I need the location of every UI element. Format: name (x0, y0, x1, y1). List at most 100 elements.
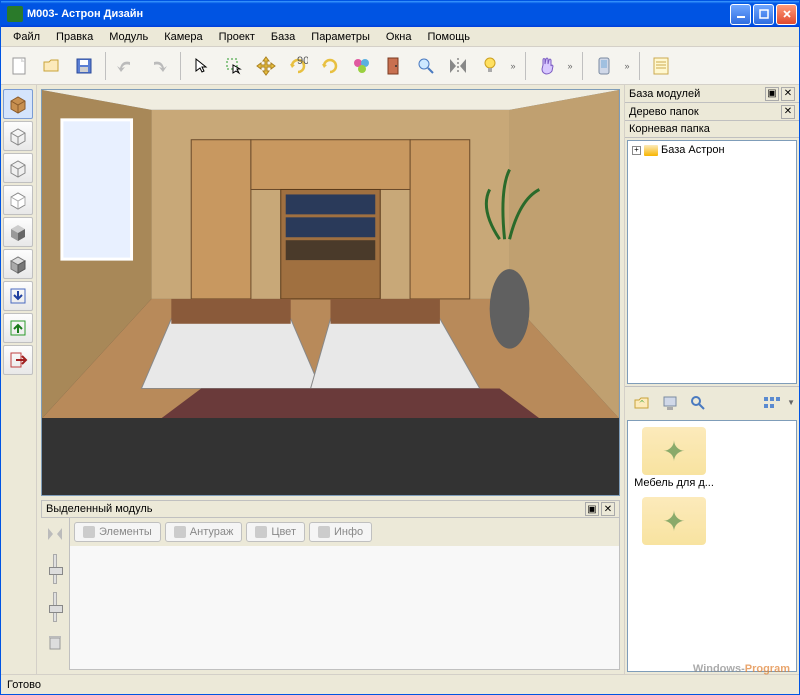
menu-base[interactable]: База (263, 29, 303, 45)
panel-dock-button[interactable]: ▣ (585, 502, 599, 516)
cube-outline2-icon (8, 158, 28, 178)
menu-parameters[interactable]: Параметры (303, 29, 378, 45)
titlebar[interactable]: M003- Астрон Дизайн (1, 1, 799, 27)
selected-module-header[interactable]: Выделенный модуль ▣ ✕ (41, 500, 620, 518)
save-button[interactable] (69, 51, 99, 81)
rotate90-icon: 90° (288, 56, 308, 76)
hand-button[interactable] (532, 51, 562, 81)
menu-help[interactable]: Помощь (419, 29, 478, 45)
tab-color[interactable]: Цвет (246, 522, 305, 542)
phone-button[interactable] (589, 51, 619, 81)
select-rect-button[interactable] (219, 51, 249, 81)
render-outline2-button[interactable] (3, 153, 33, 183)
tree-item-label: База Астрон (661, 144, 725, 156)
palette-button[interactable] (347, 51, 377, 81)
menu-edit[interactable]: Правка (48, 29, 101, 45)
menu-module[interactable]: Модуль (101, 29, 156, 45)
select-button[interactable] (187, 51, 217, 81)
tab-content (69, 546, 620, 670)
redo-button[interactable] (144, 51, 174, 81)
menu-camera[interactable]: Камера (156, 29, 210, 45)
close-button[interactable] (776, 4, 797, 25)
3d-viewport[interactable] (41, 89, 620, 496)
zoom-icon (416, 56, 436, 76)
info-icon (318, 526, 330, 538)
tree-item[interactable]: + База Астрон (630, 143, 794, 157)
sheet-button[interactable] (646, 51, 676, 81)
mirror-button[interactable] (443, 51, 473, 81)
panel-close-button[interactable]: ✕ (601, 502, 615, 516)
exit-right-icon (8, 350, 28, 370)
folder-tree-header[interactable]: Дерево папок ✕ (625, 103, 799, 121)
file-browser[interactable]: ✦ Мебель для д... ✦ (627, 420, 797, 672)
app-icon (7, 6, 23, 22)
exit-button[interactable] (3, 345, 33, 375)
toolbar-overflow[interactable]: » (507, 51, 519, 81)
slider[interactable] (53, 554, 57, 584)
tab-elements[interactable]: Элементы (74, 522, 161, 542)
render-wood-button[interactable] (3, 89, 33, 119)
undo-button[interactable] (112, 51, 142, 81)
undo-icon (116, 58, 138, 74)
door-button[interactable] (379, 51, 409, 81)
watermark-right: Program (745, 663, 790, 675)
slider[interactable] (53, 592, 57, 622)
module-base-header[interactable]: База модулей ▣ ✕ (625, 85, 799, 103)
file-item[interactable]: ✦ Мебель для д... (634, 427, 714, 489)
open-button[interactable] (37, 51, 67, 81)
open-icon (42, 57, 62, 75)
trash-button[interactable] (43, 630, 67, 654)
main-toolbar: 90° » » » (1, 47, 799, 85)
cube-shaded2-icon (8, 254, 28, 274)
rotate-button[interactable] (315, 51, 345, 81)
computer-icon (661, 394, 679, 412)
tab-entourage[interactable]: Антураж (165, 522, 243, 542)
right-panel: База модулей ▣ ✕ Дерево папок ✕ Корневая… (624, 85, 799, 674)
maximize-button[interactable] (753, 4, 774, 25)
panel-dock-button[interactable]: ▣ (765, 87, 779, 101)
move-button[interactable] (251, 51, 281, 81)
panel-close-button[interactable]: ✕ (781, 105, 795, 119)
render-shaded-button[interactable] (3, 217, 33, 247)
menu-project[interactable]: Проект (211, 29, 263, 45)
leaf-icon: ✦ (662, 435, 685, 468)
cube-outline3-icon (8, 190, 28, 210)
new-doc-icon (11, 56, 29, 76)
rotate-icon (320, 56, 340, 76)
toolbar-overflow[interactable]: » (621, 51, 633, 81)
zoom-button[interactable] (411, 51, 441, 81)
tab-info[interactable]: Инфо (309, 522, 372, 542)
sheet-icon (652, 56, 670, 76)
toolbar-overflow[interactable]: » (564, 51, 576, 81)
bulb-button[interactable] (475, 51, 505, 81)
panel-side-controls (41, 518, 69, 670)
menu-file[interactable]: Файл (5, 29, 48, 45)
dropdown-icon[interactable]: ▼ (787, 398, 795, 407)
file-item[interactable]: ✦ (634, 497, 714, 547)
close-icon (782, 9, 792, 19)
search-button[interactable] (685, 390, 711, 416)
new-doc-button[interactable] (5, 51, 35, 81)
window-buttons (730, 4, 797, 25)
menu-windows[interactable]: Окна (378, 29, 420, 45)
rotate90-button[interactable]: 90° (283, 51, 313, 81)
statusbar: Готово (1, 674, 799, 694)
select-rect-icon (225, 57, 243, 75)
app-window: M003- Астрон Дизайн Файл Правка Модуль К… (0, 0, 800, 695)
up-folder-button[interactable] (629, 390, 655, 416)
folder-tree[interactable]: + База Астрон (627, 140, 797, 384)
computer-button[interactable] (657, 390, 683, 416)
import-button[interactable] (3, 281, 33, 311)
mirror-small-button[interactable] (43, 522, 67, 546)
file-label: Мебель для д... (634, 477, 714, 489)
render-outline3-button[interactable] (3, 185, 33, 215)
render-shaded2-button[interactable] (3, 249, 33, 279)
mirror-icon (448, 56, 468, 76)
panel-close-button[interactable]: ✕ (781, 87, 795, 101)
view-grid-icon (763, 396, 781, 410)
expand-icon[interactable]: + (632, 146, 641, 155)
minimize-button[interactable] (730, 4, 751, 25)
view-mode-button[interactable] (759, 390, 785, 416)
export-button[interactable] (3, 313, 33, 343)
render-outline-button[interactable] (3, 121, 33, 151)
